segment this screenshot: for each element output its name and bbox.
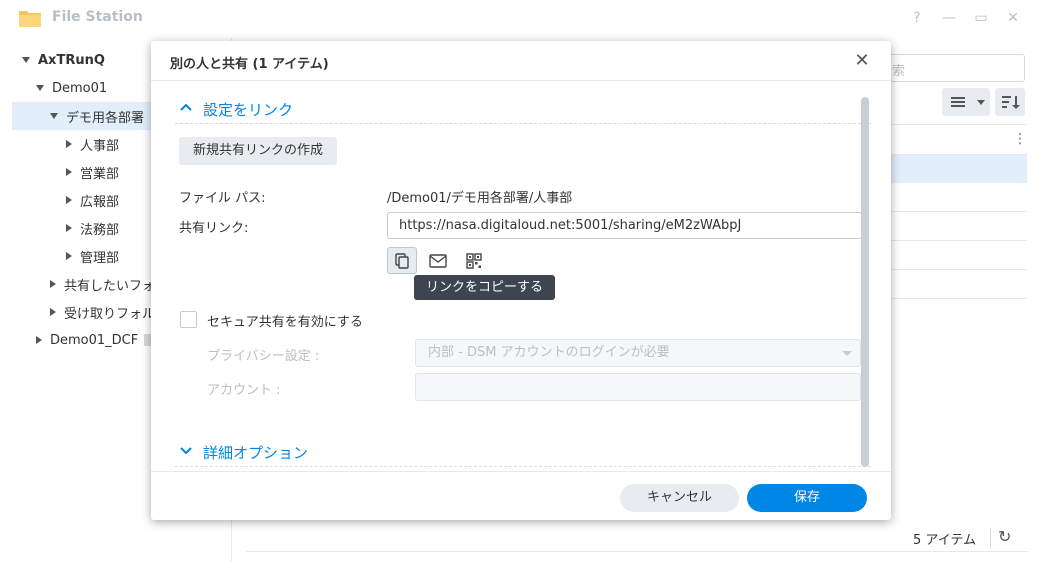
collapsed-icon[interactable]: [66, 168, 72, 176]
tree-item-label: Demo01: [52, 80, 108, 96]
close-window-icon[interactable]: ✕: [1002, 8, 1024, 28]
tree-item-label: Demo01_DCF: [50, 332, 139, 348]
view-mode-button[interactable]: [942, 88, 990, 116]
section-title: 設定をリンク: [203, 101, 294, 119]
folder-icon: [19, 11, 41, 27]
email-link-button[interactable]: [423, 247, 453, 274]
secure-share-label: セキュア共有を有効にする: [207, 315, 363, 330]
scrollbar[interactable]: [861, 97, 869, 467]
collapsed-icon[interactable]: [66, 252, 72, 260]
tree-item-label: 広報部: [80, 194, 120, 210]
search-placeholder: 索: [892, 64, 906, 79]
close-icon[interactable]: ✕: [851, 50, 873, 72]
divider: [880, 298, 1027, 299]
chevron-down-icon[interactable]: [179, 443, 193, 461]
copy-link-tooltip: リンクをコピーする: [414, 275, 556, 300]
tree-item-label: デモ用各部署: [66, 110, 145, 126]
mail-icon: [429, 253, 447, 268]
app-title: File Station: [52, 9, 143, 25]
divider: [880, 269, 1027, 270]
list-view-icon: [951, 97, 985, 107]
collapsed-icon[interactable]: [66, 196, 72, 204]
privacy-select-value: 内部 - DSM アカウントのログインが必要: [428, 345, 670, 360]
share-link-label: 共有リンク:: [179, 221, 249, 236]
copy-icon: [395, 252, 409, 269]
collapsed-icon[interactable]: [50, 280, 56, 288]
divider: [880, 124, 1027, 125]
maximize-icon[interactable]: ▭: [970, 8, 992, 28]
collapsed-icon[interactable]: [36, 336, 42, 344]
table-row[interactable]: [880, 155, 1027, 183]
expand-icon[interactable]: [50, 113, 58, 119]
divider: [151, 471, 891, 472]
chevron-up-icon[interactable]: [179, 100, 193, 118]
copy-link-button[interactable]: [387, 247, 417, 274]
tree-item-label: 営業部: [80, 166, 120, 182]
collapsed-icon[interactable]: [66, 224, 72, 232]
qr-code-button[interactable]: [459, 247, 489, 274]
section-link-settings[interactable]: 設定をリンク: [175, 96, 871, 124]
file-path-value: /Demo01/デモ用各部署/人事部: [387, 191, 573, 206]
section-advanced-options[interactable]: 詳細オプション: [175, 439, 871, 467]
help-icon[interactable]: ?: [906, 8, 928, 28]
tree-item-label: 人事部: [80, 138, 120, 154]
qr-code-icon: [466, 252, 482, 269]
dialog-header: 別の人と共有 (1 アイテム) ✕: [151, 41, 891, 81]
save-button[interactable]: 保存: [747, 484, 867, 512]
secure-share-checkbox[interactable]: [180, 311, 197, 328]
divider: [246, 551, 1028, 552]
create-share-link-button[interactable]: 新規共有リンクの作成: [179, 137, 338, 165]
item-count: 5 アイテム: [913, 533, 977, 548]
divider: [990, 528, 991, 548]
privacy-label: プライバシー設定 :: [207, 349, 320, 364]
dialog-title: 別の人と共有 (1 アイテム): [170, 57, 329, 72]
account-label: アカウント :: [207, 383, 281, 398]
sort-button[interactable]: [995, 88, 1025, 116]
tree-item-label: 受け取りフォル: [64, 306, 156, 322]
divider: [880, 240, 1027, 241]
tree-item-label: 管理部: [80, 250, 120, 266]
cancel-button[interactable]: キャンセル: [620, 484, 739, 512]
share-link-field[interactable]: https://nasa.digitaloud.net:5001/sharing…: [387, 212, 862, 239]
collapsed-icon[interactable]: [66, 140, 72, 148]
title-bar: File Station ? — ▭ ✕: [0, 0, 1040, 38]
minimize-icon[interactable]: —: [938, 8, 960, 28]
privacy-select[interactable]: 内部 - DSM アカウントのログインが必要: [415, 339, 861, 367]
divider: [880, 211, 1027, 212]
chevron-down-icon: [842, 351, 852, 356]
file-path-label: ファイル パス:: [179, 191, 266, 206]
more-options-icon[interactable]: ⋮: [1013, 131, 1027, 147]
refresh-icon[interactable]: ↻: [998, 527, 1011, 546]
sort-icon: [1002, 96, 1020, 109]
section-title: 詳細オプション: [203, 444, 309, 462]
share-dialog: 別の人と共有 (1 アイテム) ✕ 設定をリンク 新規共有リンクの作成 ファイル…: [151, 41, 891, 520]
collapsed-icon[interactable]: [50, 308, 56, 316]
tree-item-label: 共有したいフォ: [64, 278, 156, 294]
expand-icon[interactable]: [22, 57, 30, 63]
tree-item-label: 法務部: [80, 222, 120, 238]
account-field[interactable]: [415, 373, 861, 401]
expand-icon[interactable]: [36, 85, 44, 91]
tree-root-label: AxTRunQ: [38, 52, 105, 68]
